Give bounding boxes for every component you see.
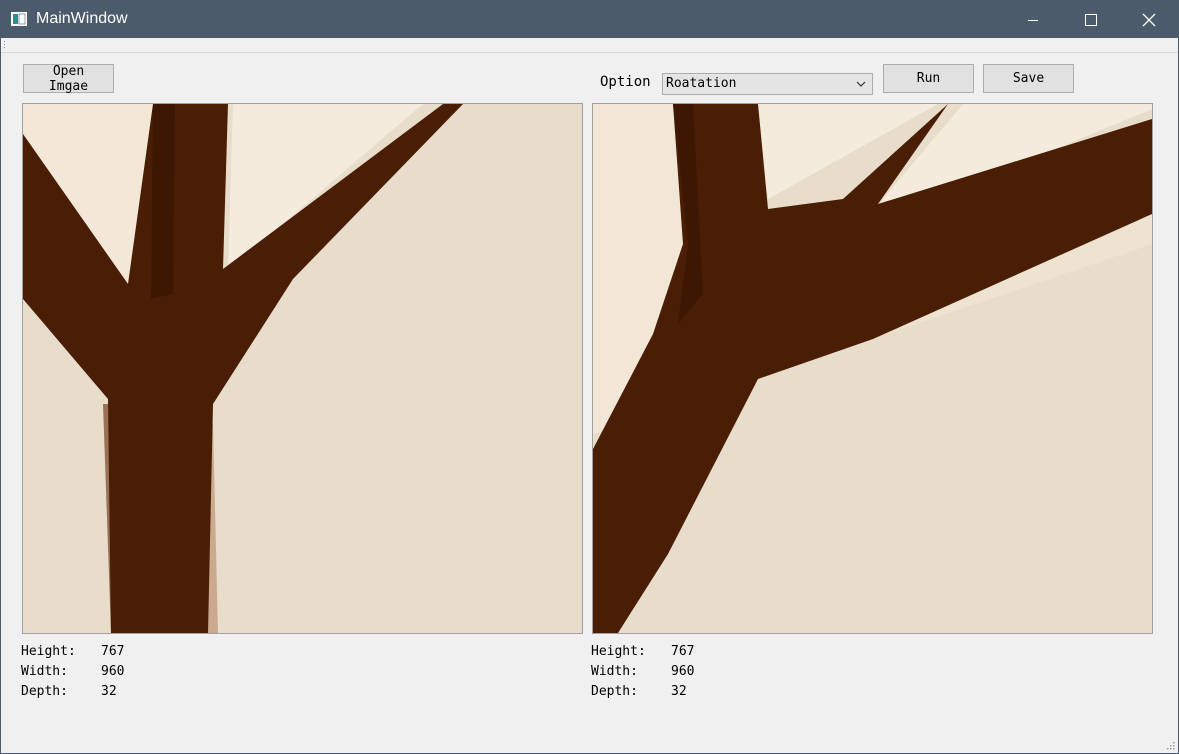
- result-image-view: [592, 103, 1153, 634]
- width-value: 960: [101, 664, 125, 679]
- option-label: Option: [600, 74, 651, 90]
- height-label: Height:: [591, 644, 646, 659]
- minimize-icon: [1028, 19, 1038, 21]
- menu-bar: [1, 38, 1178, 53]
- width-value: 960: [671, 664, 695, 679]
- main-window: MainWindow Open Imgae Option Roatation R…: [0, 0, 1179, 754]
- width-label: Width:: [591, 664, 638, 679]
- maximize-button[interactable]: [1062, 1, 1120, 38]
- resize-grip-icon[interactable]: [1165, 740, 1175, 750]
- minimize-button[interactable]: [1004, 1, 1062, 38]
- depth-value: 32: [671, 684, 687, 699]
- save-button[interactable]: Save: [983, 64, 1074, 93]
- open-image-button[interactable]: Open Imgae: [23, 64, 114, 94]
- app-icon: [11, 12, 27, 26]
- width-label: Width:: [21, 664, 68, 679]
- window-title: MainWindow: [36, 10, 128, 27]
- toolbar-grip-icon[interactable]: [4, 40, 6, 50]
- title-bar[interactable]: MainWindow: [1, 1, 1178, 38]
- height-value: 767: [101, 644, 125, 659]
- close-icon: [1142, 13, 1156, 26]
- option-select-value: Roatation: [666, 76, 737, 91]
- maximize-icon: [1085, 13, 1097, 26]
- result-image: [593, 104, 1152, 633]
- original-image: [23, 104, 582, 633]
- depth-value: 32: [101, 684, 117, 699]
- original-image-view: [22, 103, 583, 634]
- run-button[interactable]: Run: [883, 64, 974, 93]
- depth-label: Depth:: [591, 684, 638, 699]
- chevron-down-icon: [856, 81, 866, 87]
- height-value: 767: [671, 644, 695, 659]
- option-select[interactable]: Roatation: [662, 73, 873, 95]
- depth-label: Depth:: [21, 684, 68, 699]
- height-label: Height:: [21, 644, 76, 659]
- close-button[interactable]: [1120, 1, 1178, 38]
